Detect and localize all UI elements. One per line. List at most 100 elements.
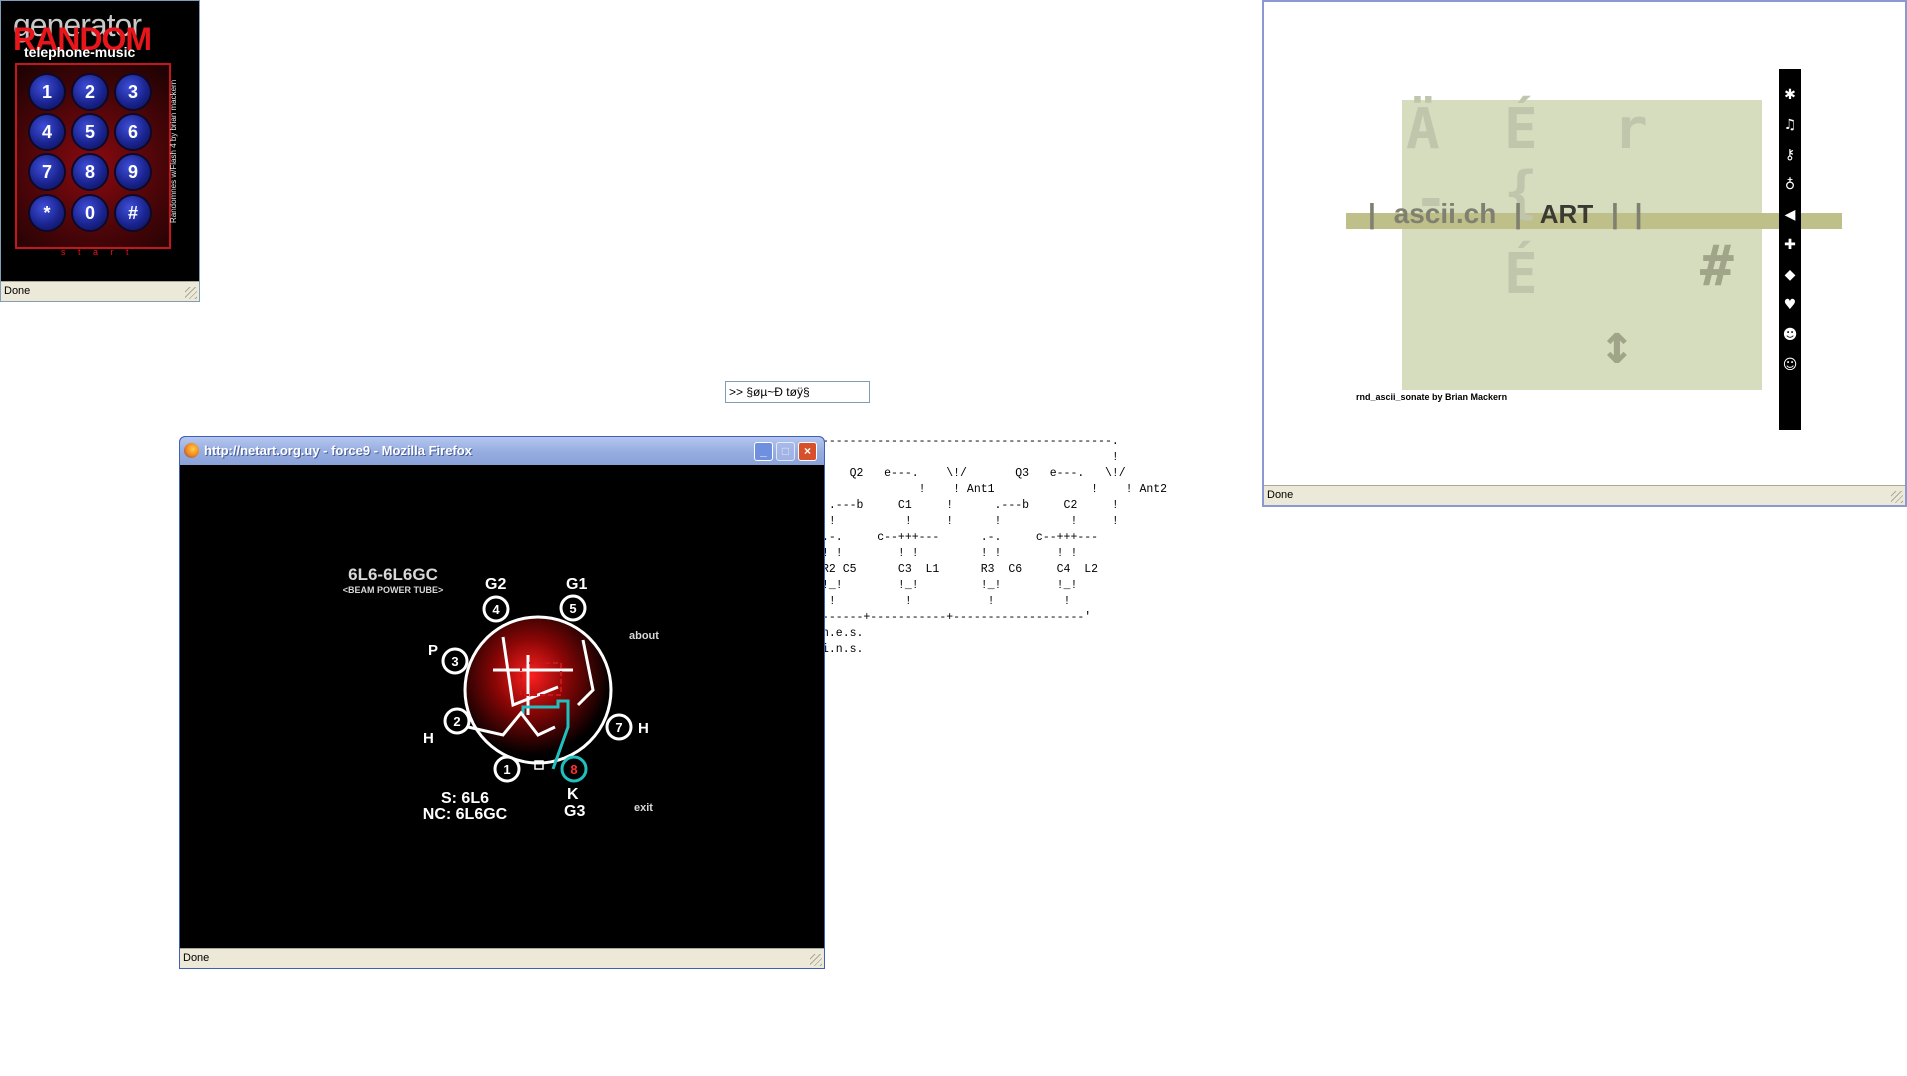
random-generator-window: generator RANDOM telephone-music 1 2 3 4… (0, 0, 200, 302)
tube-subtitle: <BEAM POWER TUBE> (343, 585, 444, 595)
ascii-line: ! ! ! ! ! ! ! ! (822, 547, 1078, 560)
diamond-icon[interactable]: ◆ (1782, 267, 1798, 283)
key-0[interactable]: 0 (73, 196, 107, 230)
key-hash[interactable]: # (116, 196, 150, 230)
bomb-icon[interactable]: ♁ (1782, 177, 1798, 193)
credit-vertical-text: Randomnes w/Flash 4 by brian mackern (169, 79, 178, 223)
about-link[interactable]: about (629, 630, 659, 642)
ascii-line: ! (822, 451, 1119, 464)
pin-4-label: G2 (485, 576, 506, 593)
key-5[interactable]: 5 (73, 115, 107, 149)
separator: | (1368, 198, 1376, 229)
ascii-art-line: | ascii.ch | ART | | (1368, 198, 1642, 230)
force9-flash-content: 6L6-6L6GC <BEAM POWER TUBE> 4 5 3 2 7 1 … (183, 465, 821, 946)
ascii-ch-text: ascii.ch (1393, 198, 1497, 229)
pin-7-label: H (638, 720, 649, 737)
ascii-line: .-. c--+++--- .-. c--+++--- (822, 531, 1099, 544)
ascii-line: n.e.s. (822, 627, 864, 640)
pin-8: 8 (560, 755, 588, 783)
key-star[interactable]: * (30, 196, 64, 230)
nc-type-text: NC: 6L6GC (423, 806, 508, 823)
svg-text:8: 8 (570, 762, 577, 777)
face-icon[interactable]: ☺ (1782, 357, 1798, 373)
arrow-left-icon[interactable]: ◀ (1782, 207, 1798, 223)
credit-text: rnd_ascii_sonate by Brian Mackern (1356, 392, 1508, 402)
ascii-line: R2 C5 C3 L1 R3 C6 C4 L2 (822, 563, 1099, 576)
status-bar: Done (1, 281, 199, 301)
svg-text:5: 5 (569, 601, 576, 616)
minimize-button[interactable]: _ (754, 442, 773, 461)
status-bar: Done (180, 948, 824, 968)
glyph-mid-1: É (1504, 242, 1538, 307)
pin-7: 7 (605, 713, 633, 741)
ascii-line: i.n.s. (822, 643, 864, 656)
status-text: Done (1267, 489, 1294, 501)
pin-5: 5 (559, 594, 587, 622)
pin-3-label: P (428, 642, 438, 659)
keypad: 1 2 3 4 5 6 7 8 9 * 0 # (15, 63, 171, 249)
svg-text:2: 2 (453, 714, 460, 729)
s-type-text: S: 6L6 (441, 790, 489, 807)
firefox-window: http://netart.org.uy - force9 - Mozilla … (179, 436, 825, 969)
title-bar[interactable]: http://netart.org.uy - force9 - Mozilla … (180, 437, 824, 465)
key-6[interactable]: 6 (116, 115, 150, 149)
glyph-top-1: Ä (1406, 97, 1440, 162)
svg-text:1: 1 (503, 762, 510, 777)
start-button[interactable]: s t a r t (61, 247, 134, 257)
glyph-bottom: ↕ (1600, 312, 1634, 377)
pin-2: 2 (443, 707, 471, 735)
tube-envelope (463, 615, 613, 765)
glyph-top-3: r (1614, 97, 1648, 162)
key-3[interactable]: 3 (116, 75, 150, 109)
telephone-music-subtitle: telephone-music (24, 44, 136, 60)
status-text: Done (4, 285, 31, 297)
window-title: http://netart.org.uy - force9 - Mozilla … (204, 443, 472, 458)
maximize-button[interactable]: □ (776, 442, 795, 461)
art-text: ART (1539, 199, 1594, 229)
ascii-line: ! ! Ant1 ! ! Ant2 (822, 483, 1168, 496)
music-icon[interactable]: ♫ (1782, 117, 1798, 133)
key-4[interactable]: 4 (30, 115, 64, 149)
close-button[interactable]: × (798, 442, 817, 461)
separator: | (1610, 198, 1619, 229)
smiley-icon[interactable]: ☻ (1782, 327, 1798, 343)
asterisk-icon[interactable]: ✱ (1782, 87, 1798, 103)
status-bar: Done (1264, 485, 1905, 505)
ascii-line: ------+-----------+-------------------' (822, 611, 1092, 624)
sound-toys-input[interactable]: >> §øµ~Ð tøÿ§ (725, 381, 870, 403)
glyph-mid-2: # (1700, 234, 1734, 299)
pin-3: 3 (441, 647, 469, 675)
key-icon[interactable]: ⚷ (1782, 147, 1798, 163)
svg-text:4: 4 (492, 602, 500, 617)
resize-grip[interactable] (1891, 491, 1903, 503)
pin-1: 1 (493, 755, 521, 783)
exit-link[interactable]: exit (634, 802, 653, 814)
heart-icon[interactable]: ♥ (1782, 297, 1798, 313)
key-9[interactable]: 9 (116, 155, 150, 189)
ascii-sonate-window: Ä É r - { É # ↕ | ascii.ch | ART | | rnd… (1262, 0, 1907, 507)
pin-5-label: G1 (566, 576, 587, 593)
ascii-line: !_! !_! !_! !_! (822, 579, 1078, 592)
pin-2-label: H (423, 730, 434, 747)
pin-8-label: K (567, 786, 579, 803)
status-text: Done (183, 952, 210, 964)
resize-grip[interactable] (810, 954, 822, 966)
key-7[interactable]: 7 (30, 155, 64, 189)
separator: | (1514, 198, 1522, 229)
key-2[interactable]: 2 (73, 75, 107, 109)
svg-text:7: 7 (615, 720, 622, 735)
resize-grip[interactable] (185, 287, 197, 299)
g3-label: G3 (564, 803, 585, 820)
pin-4: 4 (482, 595, 510, 623)
ascii-line: ! ! ! ! (822, 595, 1071, 608)
ascii-circuit-diagram: ----------------------------------------… (822, 434, 1167, 658)
glyph-top-2: É (1504, 97, 1538, 162)
tube-pinout-diagram: 6L6-6L6GC <BEAM POWER TUBE> 4 5 3 2 7 1 … (343, 565, 660, 823)
key-1[interactable]: 1 (30, 75, 64, 109)
ascii-line: Q2 e---. \!/ Q3 e---. \!/ (822, 467, 1126, 480)
key-8[interactable]: 8 (73, 155, 107, 189)
ascii-line: ! ! ! ! ! ! (822, 515, 1119, 528)
ascii-line: ----------------------------------------… (822, 435, 1119, 448)
puzzle-icon[interactable]: ✚ (1782, 237, 1798, 253)
ascii-toolbar: ✱ ♫ ⚷ ♁ ◀ ✚ ◆ ♥ ☻ ☺ (1779, 69, 1801, 430)
